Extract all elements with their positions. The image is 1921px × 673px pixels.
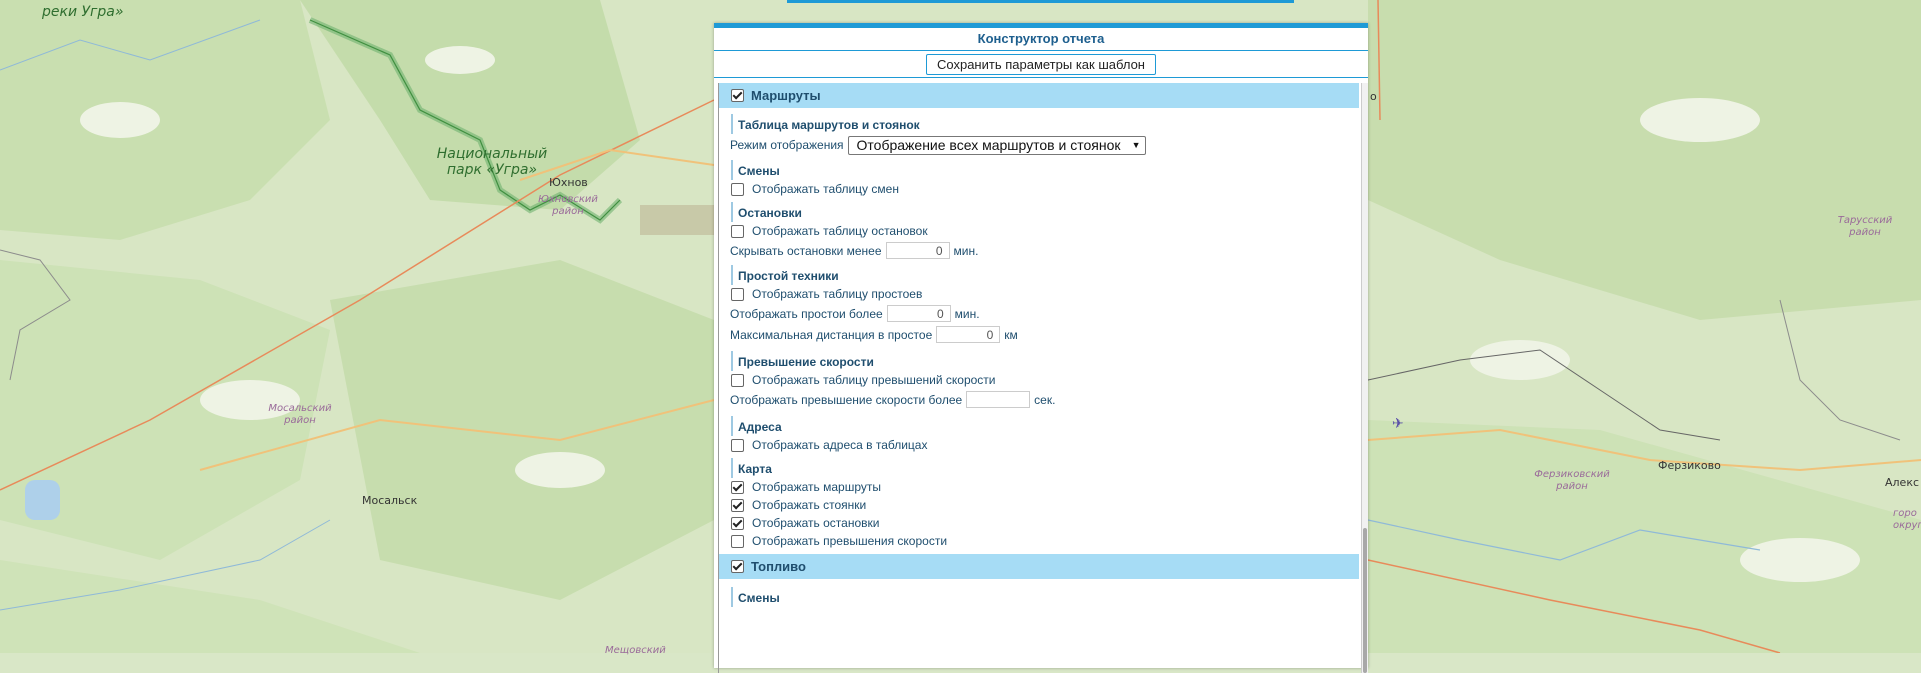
map-label-ferzikovo-rayon-line1: Ферзиковский: [1534, 469, 1610, 480]
map-label-park-line1: Национальный: [436, 146, 548, 162]
addresses-checkbox-row[interactable]: Отображать адреса в таблицах: [719, 436, 1359, 454]
map-parkings-label: Отображать стоянки: [752, 498, 867, 512]
map-label-mosalsk-rayon: Мосальский район: [265, 403, 335, 427]
map-stops-label: Отображать остановки: [752, 516, 880, 530]
idle-distance-input[interactable]: [936, 326, 1001, 343]
speeding-title: Превышение скорости: [731, 351, 1359, 371]
map-speeding-row[interactable]: Отображать превышения скорости: [719, 532, 1359, 550]
display-mode-row: Режим отображения Отображение всех маршр…: [719, 134, 1359, 156]
speeding-table-label: Отображать таблицу превышений скорости: [752, 373, 996, 387]
stops-table-label: Отображать таблицу остановок: [752, 224, 928, 238]
idle-more-input[interactable]: [886, 305, 951, 322]
fuel-group-label: Топливо: [751, 559, 806, 574]
shifts-table-label: Отображать таблицу смен: [752, 182, 899, 196]
map-label-goro-line2: округ: [1893, 520, 1921, 531]
report-options-scroll[interactable]: Маршруты Таблица маршрутов и стоянок Реж…: [718, 83, 1359, 673]
addresses-label: Отображать адреса в таблицах: [752, 438, 928, 452]
save-row: Сохранить параметры как шаблон: [714, 51, 1368, 78]
group-header-fuel[interactable]: Топливо: [719, 554, 1359, 579]
fuel-group-checkbox[interactable]: [731, 560, 744, 573]
map-section-title: Карта: [731, 458, 1359, 478]
idle-checkbox-row[interactable]: Отображать таблицу простоев: [719, 285, 1359, 303]
map-stops-row[interactable]: Отображать остановки: [719, 514, 1359, 532]
report-builder-panel: Конструктор отчета Сохранить параметры к…: [714, 23, 1368, 673]
idle-more-row: Отображать простои более мин.: [719, 303, 1359, 324]
speeding-more-input[interactable]: [966, 391, 1031, 408]
speeding-more-unit: сек.: [1034, 392, 1056, 407]
map-label-yukhnov: Юхнов: [549, 176, 588, 189]
speeding-table-checkbox[interactable]: [731, 373, 744, 387]
map-label-goro-line1: горо: [1893, 508, 1917, 519]
shifts-table-checkbox[interactable]: [731, 182, 744, 196]
map-parkings-row[interactable]: Отображать стоянки: [719, 496, 1359, 514]
map-label-park: Национальный парк «Угра»: [432, 146, 552, 178]
map-routes-label: Отображать маршруты: [752, 480, 881, 494]
stops-title: Остановки: [731, 202, 1359, 222]
shifts-title: Смены: [731, 160, 1359, 180]
idle-table-label: Отображать таблицу простоев: [752, 287, 923, 301]
panel-scrollbar-thumb[interactable]: [1363, 528, 1367, 673]
map-speeding-label: Отображать превышения скорости: [752, 534, 948, 548]
top-toolbar-strip: [787, 0, 1294, 3]
map-stops-checkbox[interactable]: [731, 516, 744, 530]
routes-table-title: Таблица маршрутов и стоянок: [731, 114, 1359, 134]
idle-title: Простой техники: [731, 265, 1359, 285]
hide-stops-unit: мин.: [953, 243, 979, 258]
group-header-routes[interactable]: Маршруты: [719, 83, 1359, 108]
map-label-mosalsk: Мосальск: [362, 494, 418, 507]
map-routes-checkbox[interactable]: [731, 480, 744, 494]
speeding-more-label: Отображать превышение скорости более: [730, 392, 963, 407]
map-label-yukhnov-rayon-line1: Юхновский: [538, 194, 598, 205]
speeding-more-row: Отображать превышение скорости более сек…: [719, 389, 1359, 410]
map-label-ferzikovo-rayon: Ферзиковский район: [1527, 469, 1617, 493]
map-label-tarussky-rayon-line2: район: [1849, 227, 1881, 238]
idle-more-unit: мин.: [954, 306, 980, 321]
hide-stops-input[interactable]: [885, 242, 950, 259]
map-label-meshchovsk-rayon: Мещовский: [605, 645, 666, 656]
shifts-checkbox-row[interactable]: Отображать таблицу смен: [719, 180, 1359, 198]
routes-group-label: Маршруты: [751, 88, 821, 103]
idle-table-checkbox[interactable]: [731, 287, 744, 301]
panel-title: Конструктор отчета: [714, 28, 1368, 51]
idle-distance-label: Максимальная дистанция в простое: [730, 327, 933, 342]
save-as-template-button[interactable]: Сохранить параметры как шаблон: [926, 53, 1156, 75]
display-mode-label: Режим отображения: [730, 138, 844, 152]
stops-table-checkbox[interactable]: [731, 224, 744, 238]
map-label-tarussky-rayon-line1: Тарусский: [1837, 215, 1893, 226]
map-label-aleks: Алекс: [1885, 476, 1920, 489]
panel-scrollbar[interactable]: [1361, 83, 1368, 673]
map-parkings-checkbox[interactable]: [731, 498, 744, 512]
map-label-yukhnov-rayon-line2: район: [552, 206, 584, 217]
svg-text:✈: ✈: [1392, 416, 1404, 432]
display-mode-select[interactable]: Отображение всех маршрутов и стоянок ▼: [847, 135, 1146, 155]
hide-stops-row: Скрывать остановки менее мин.: [719, 240, 1359, 261]
map-label-yukhnov-rayon: Юхновский район: [538, 194, 598, 218]
addresses-title: Адреса: [731, 416, 1359, 436]
routes-group-checkbox[interactable]: [731, 89, 744, 102]
map-label-river: реки Угра»: [42, 4, 124, 20]
idle-more-label: Отображать простои более: [730, 306, 883, 321]
hide-stops-label: Скрывать остановки менее: [730, 243, 882, 258]
addresses-checkbox[interactable]: [731, 438, 744, 452]
map-routes-row[interactable]: Отображать маршруты: [719, 478, 1359, 496]
display-mode-value: Отображение всех маршрутов и стоянок: [856, 137, 1121, 153]
chevron-down-icon: ▼: [1131, 140, 1141, 150]
map-label-ferzikovo-rayon-line2: район: [1556, 481, 1588, 492]
stops-checkbox-row[interactable]: Отображать таблицу остановок: [719, 222, 1359, 240]
map-label-ferzikovo: Ферзиково: [1658, 459, 1721, 472]
map-label-o: о: [1370, 90, 1377, 103]
idle-distance-unit: км: [1004, 327, 1018, 342]
map-label-tarussky-rayon: Тарусский район: [1830, 215, 1900, 239]
map-label-mosalsk-rayon-line1: Мосальский: [268, 403, 332, 414]
fuel-shifts-title: Смены: [731, 587, 1359, 607]
speeding-checkbox-row[interactable]: Отображать таблицу превышений скорости: [719, 371, 1359, 389]
map-label-mosalsk-rayon-line2: район: [284, 415, 316, 426]
idle-distance-row: Максимальная дистанция в простое км: [719, 324, 1359, 345]
map-label-goro: горо округ: [1893, 508, 1921, 532]
map-speeding-checkbox[interactable]: [731, 534, 744, 548]
map-label-park-line2: парк «Угра»: [446, 162, 538, 178]
